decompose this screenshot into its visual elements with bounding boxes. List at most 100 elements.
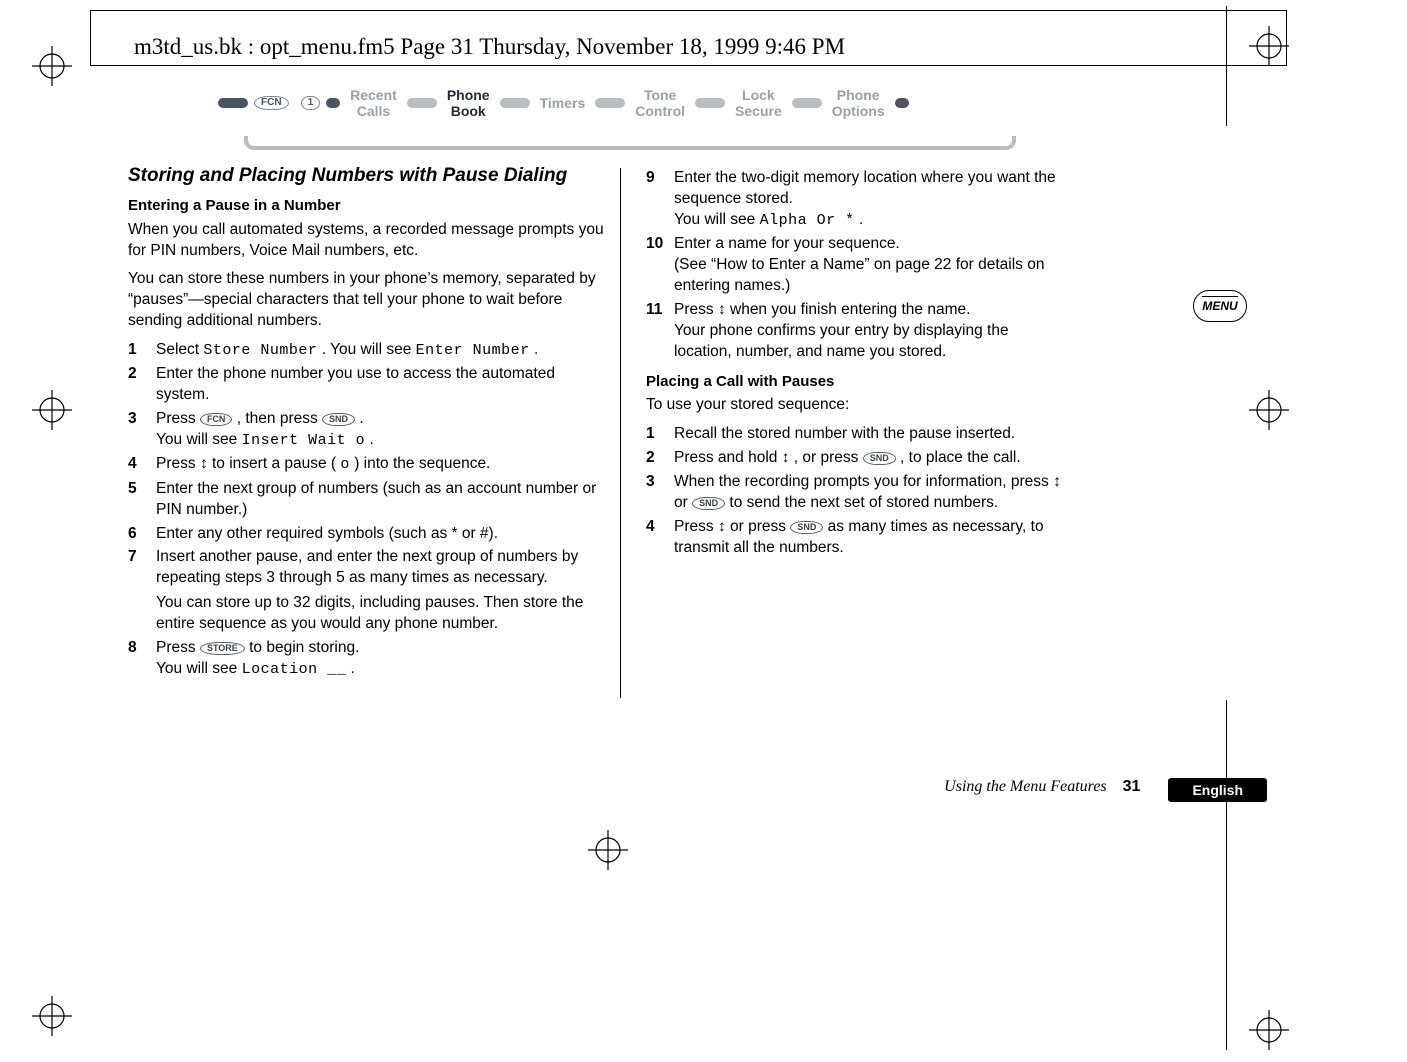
step-note: You can store up to 32 digits, including… — [156, 593, 610, 635]
scroll-key-icon: ↕ — [718, 518, 726, 535]
step-text: Press — [156, 410, 200, 427]
snd-key-icon: SND — [863, 452, 896, 465]
step-note: . — [350, 660, 354, 677]
step-text: When the recording prompts you for infor… — [674, 473, 1053, 490]
step-item: 8 Press STORE to begin storing. You will… — [128, 638, 610, 680]
snd-key-icon: SND — [692, 497, 725, 510]
screen-text: Enter Number — [416, 342, 530, 359]
snd-key-icon: SND — [322, 413, 355, 426]
step-item: 4 Press ↕ or press SND as many times as … — [646, 517, 1070, 559]
subsection-title: Entering a Pause in a Number — [128, 197, 610, 216]
scroll-key-icon: ↕ — [1053, 473, 1061, 490]
nav-phone-options: Phone Options — [832, 87, 885, 119]
nav-lock-secure: Lock Secure — [735, 87, 782, 119]
step-text: . — [534, 341, 538, 358]
nav-label: Timers — [540, 95, 586, 111]
page-footer: English 31 Using the Menu Features — [128, 778, 1267, 808]
screen-text: Location __ — [242, 661, 347, 678]
step-note: (See “How to Enter a Name” on page 22 fo… — [674, 255, 1070, 297]
step-note: Your phone confirms your entry by displa… — [674, 321, 1070, 363]
step-text: Enter the two-digit memory location wher… — [674, 169, 1056, 207]
step-item: 9 Enter the two-digit memory location wh… — [646, 168, 1070, 231]
step-text: when you finish entering the name. — [730, 301, 970, 318]
register-mark-top-left — [32, 46, 72, 86]
steps-list-continued: 9 Enter the two-digit memory location wh… — [646, 168, 1070, 363]
nav-label: Options — [832, 103, 885, 119]
step-item: 10 Enter a name for your sequence. (See … — [646, 234, 1070, 297]
step-text: or press — [730, 518, 790, 535]
step-text: to begin storing. — [249, 639, 359, 656]
step-item: 6 Enter any other required symbols (such… — [128, 524, 610, 545]
register-mark-center — [588, 830, 628, 870]
step-text: to insert a pause ( — [212, 455, 336, 472]
step-item: 4 Press ↕ to insert a pause ( o ) into t… — [128, 454, 610, 475]
step-item: 1 Recall the stored number with the paus… — [646, 424, 1070, 445]
nav-connector — [695, 98, 725, 108]
scroll-key-icon: ↕ — [718, 301, 726, 318]
running-head: m3td_us.bk : opt_menu.fm5 Page 31 Thursd… — [134, 34, 845, 60]
nav-connector — [326, 98, 340, 108]
screen-text: Alpha Or * — [760, 212, 855, 229]
nav-connector — [407, 98, 437, 108]
step-text: . — [359, 410, 363, 427]
nav-label: Lock — [735, 87, 782, 103]
nav-cap-right — [895, 98, 909, 108]
step-item: 3 Press FCN , then press SND . You will … — [128, 409, 610, 451]
footer-section-title: Using the Menu Features — [944, 778, 1106, 796]
nav-underbar — [244, 136, 1016, 150]
step-note: You will see — [156, 431, 242, 448]
screen-text: Insert Wait o — [242, 432, 366, 449]
register-mark-bottom-right — [1249, 1010, 1289, 1050]
step-text: Recall the stored number with the pause … — [674, 424, 1070, 445]
footer-page-number: 31 — [1123, 778, 1141, 796]
nav-connector — [792, 98, 822, 108]
step-item: 2 Press and hold ↕ , or press SND , to p… — [646, 448, 1070, 469]
register-mark-top-right — [1249, 26, 1289, 66]
step-item: 1 Select Store Number . You will see Ent… — [128, 340, 610, 361]
step-text: Enter the phone number you use to access… — [156, 364, 610, 406]
step-text: , or press — [794, 449, 863, 466]
nav-label: Control — [635, 103, 685, 119]
nav-label: Phone — [832, 87, 885, 103]
fcn-key-icon: FCN — [254, 96, 289, 110]
body-paragraph: When you call automated systems, a recor… — [128, 220, 610, 262]
step-text: Enter the next group of numbers (such as… — [156, 479, 610, 521]
fcn-key-icon: FCN — [200, 413, 233, 426]
step-text: or — [674, 494, 692, 511]
step-text: Press — [674, 301, 718, 318]
step-text: Insert another pause, and enter the next… — [156, 548, 578, 586]
one-key-icon: 1 — [301, 96, 321, 110]
step-note: You will see — [156, 660, 242, 677]
step-text: Press — [156, 639, 200, 656]
scroll-key-icon: ↕ — [782, 449, 790, 466]
menu-badge-label: MENU — [1202, 299, 1237, 313]
step-text: Select — [156, 341, 203, 358]
nav-tone-control: Tone Control — [635, 87, 685, 119]
step-text: Press — [674, 518, 718, 535]
snd-key-icon: SND — [790, 521, 823, 534]
step-item: 7 Insert another pause, and enter the ne… — [128, 547, 610, 635]
right-column: 9 Enter the two-digit memory location wh… — [628, 165, 1088, 683]
step-text: , then press — [237, 410, 322, 427]
step-text: Press and hold — [674, 449, 782, 466]
nav-connector — [595, 98, 625, 108]
nav-phone-book: Phone Book — [447, 87, 490, 119]
crop-line — [1226, 6, 1227, 126]
steps-list: 1 Select Store Number . You will see Ent… — [128, 340, 610, 680]
menu-side-badge: MENU — [1193, 290, 1247, 322]
nav-cap-left — [218, 98, 248, 108]
nav-label: Tone — [635, 87, 685, 103]
step-note: . — [369, 431, 373, 448]
register-mark-bottom-left — [32, 996, 72, 1036]
step-text: ) into the sequence. — [354, 455, 490, 472]
step-item: 5 Enter the next group of numbers (such … — [128, 479, 610, 521]
left-column: Storing and Placing Numbers with Pause D… — [128, 165, 628, 683]
nav-recent-calls: Recent Calls — [350, 87, 397, 119]
store-key-icon: STORE — [200, 642, 245, 655]
pause-char: o — [340, 456, 350, 473]
subsection-title: Placing a Call with Pauses — [646, 373, 1070, 392]
screen-text: Store Number — [203, 342, 317, 359]
step-item: 2 Enter the phone number you use to acce… — [128, 364, 610, 406]
nav-label: Calls — [350, 103, 397, 119]
step-text: Enter a name for your sequence. — [674, 235, 900, 252]
